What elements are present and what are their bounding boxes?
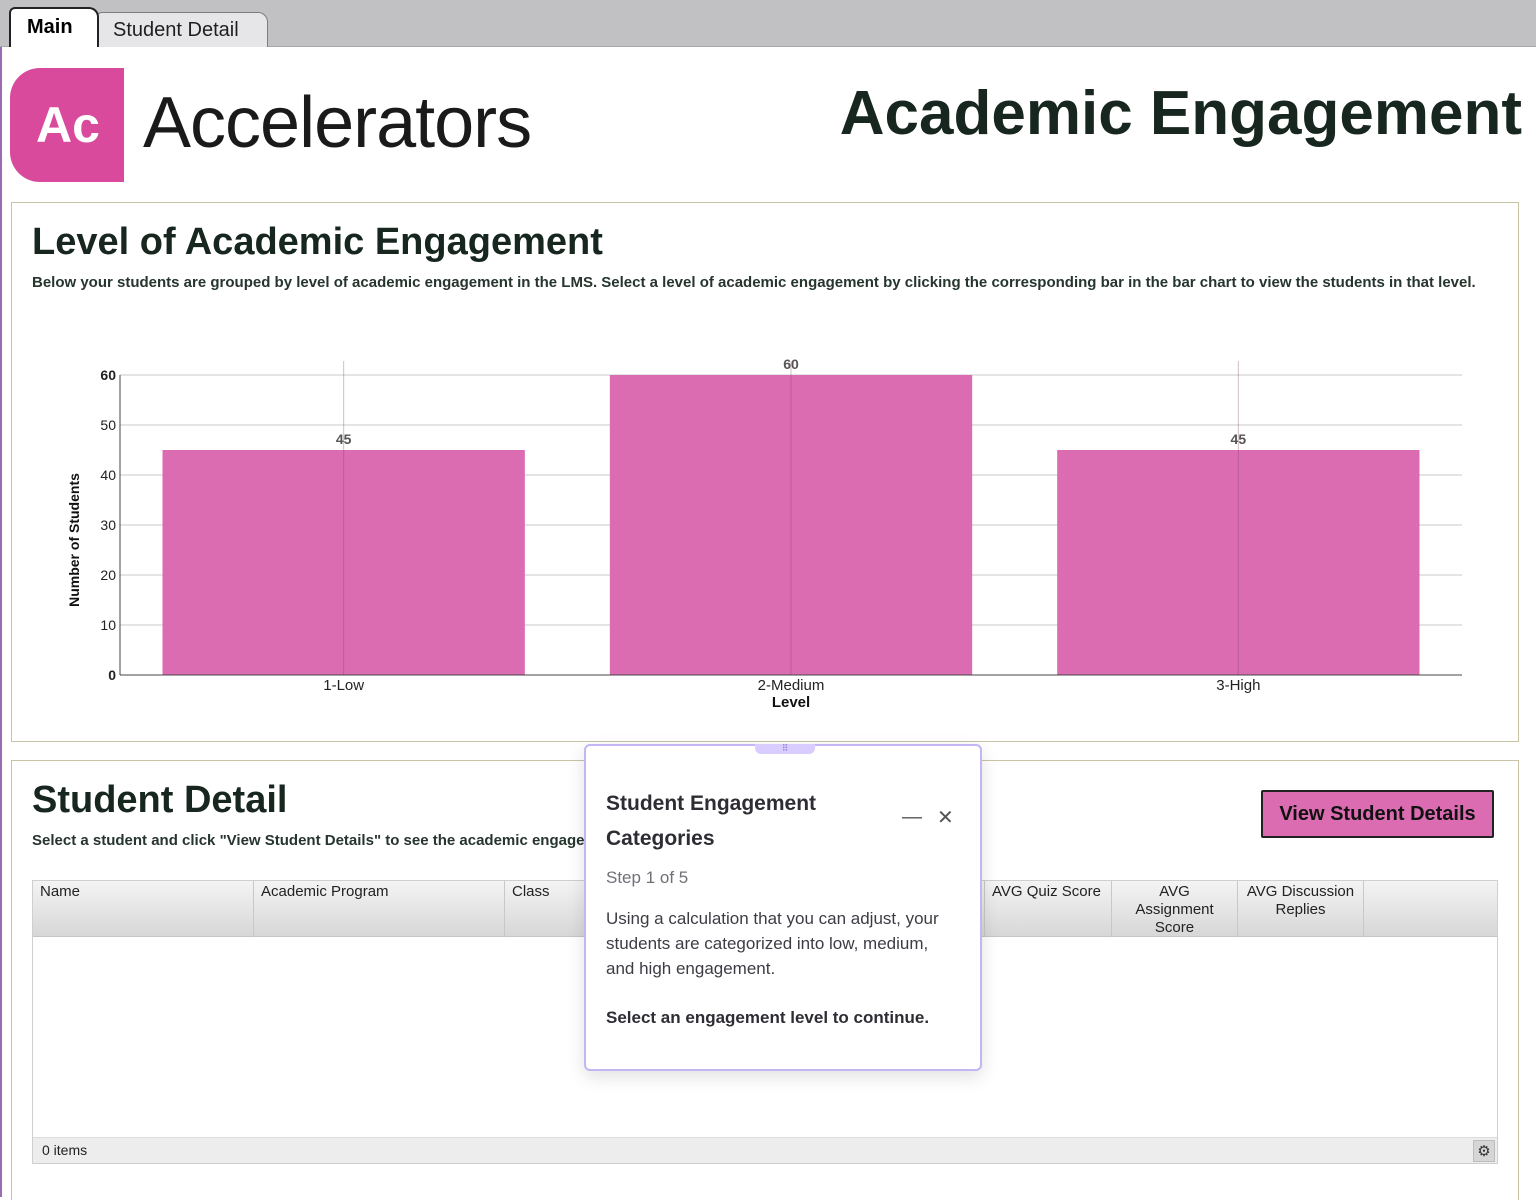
column-academic-program[interactable]: Academic Program: [254, 881, 505, 937]
gear-icon[interactable]: ⚙: [1473, 1140, 1495, 1162]
y-tick-label: 30: [100, 517, 116, 533]
y-tick-label: 50: [100, 417, 116, 433]
engagement-panel-subtitle: Below your students are grouped by level…: [32, 274, 1476, 291]
accelerators-logo: Ac: [10, 68, 124, 182]
engagement-panel-title: Level of Academic Engagement: [32, 221, 603, 263]
x-axis-title: Level: [772, 694, 810, 711]
table-footer: 0 items ⚙: [33, 1137, 1497, 1163]
tab-bar: Student Detail Main: [0, 0, 1536, 47]
y-tick-label: 10: [100, 617, 116, 633]
close-icon[interactable]: ✕: [937, 808, 954, 828]
item-count: 0 items: [42, 1142, 88, 1158]
data-label: 45: [1231, 431, 1247, 447]
y-tick-label: 0: [108, 667, 116, 683]
popover-step: Step 1 of 5: [606, 868, 689, 887]
view-student-details-button[interactable]: View Student Details: [1261, 790, 1494, 838]
engagement-panel: Level of Academic Engagement Below your …: [11, 202, 1519, 742]
y-tick-label: 60: [100, 367, 116, 383]
tab-main[interactable]: Main: [9, 7, 99, 47]
logo-mark: Ac: [36, 97, 100, 153]
column-avg-quiz-score[interactable]: AVG Quiz Score: [985, 881, 1112, 937]
popover-body: Using a calculation that you can adjust,…: [606, 909, 939, 978]
tour-popover: ⠿ Student Engagement Categories — ✕ Step…: [584, 744, 982, 1071]
brand-name: Accelerators: [143, 83, 532, 163]
student-panel-subtitle: Select a student and click "View Student…: [32, 832, 621, 849]
engagement-bar-chart: 0 10 20 30 40 50 60 45 1-Low 60 2-Medium 45 3-High Le…: [66, 356, 1462, 711]
window-border: [0, 47, 2, 1197]
popover-cta: Select an engagement level to continue.: [606, 1008, 930, 1027]
drag-handle-icon[interactable]: ⠿: [755, 744, 815, 754]
y-tick-label: 40: [100, 467, 116, 483]
tab-student-detail[interactable]: Student Detail: [96, 12, 268, 47]
page-title: Academic Engagement: [839, 79, 1522, 148]
data-label: 45: [336, 431, 352, 447]
x-tick-label: 1-Low: [323, 677, 364, 694]
y-tick-label: 20: [100, 567, 116, 583]
x-tick-label: 3-High: [1216, 677, 1260, 694]
data-label: 60: [783, 356, 799, 372]
minimize-icon[interactable]: —: [902, 806, 922, 829]
x-tick-label: 2-Medium: [758, 677, 825, 694]
popover-title: Student Engagement Categories: [606, 792, 817, 850]
student-panel-title: Student Detail: [32, 779, 288, 821]
y-axis-title: Number of Students: [66, 473, 82, 607]
column-avg-assignment-score[interactable]: AVG Assignment Score: [1112, 881, 1238, 937]
column-name[interactable]: Name: [33, 881, 254, 937]
column-avg-discussion-replies[interactable]: AVG Discussion Replies: [1238, 881, 1364, 937]
